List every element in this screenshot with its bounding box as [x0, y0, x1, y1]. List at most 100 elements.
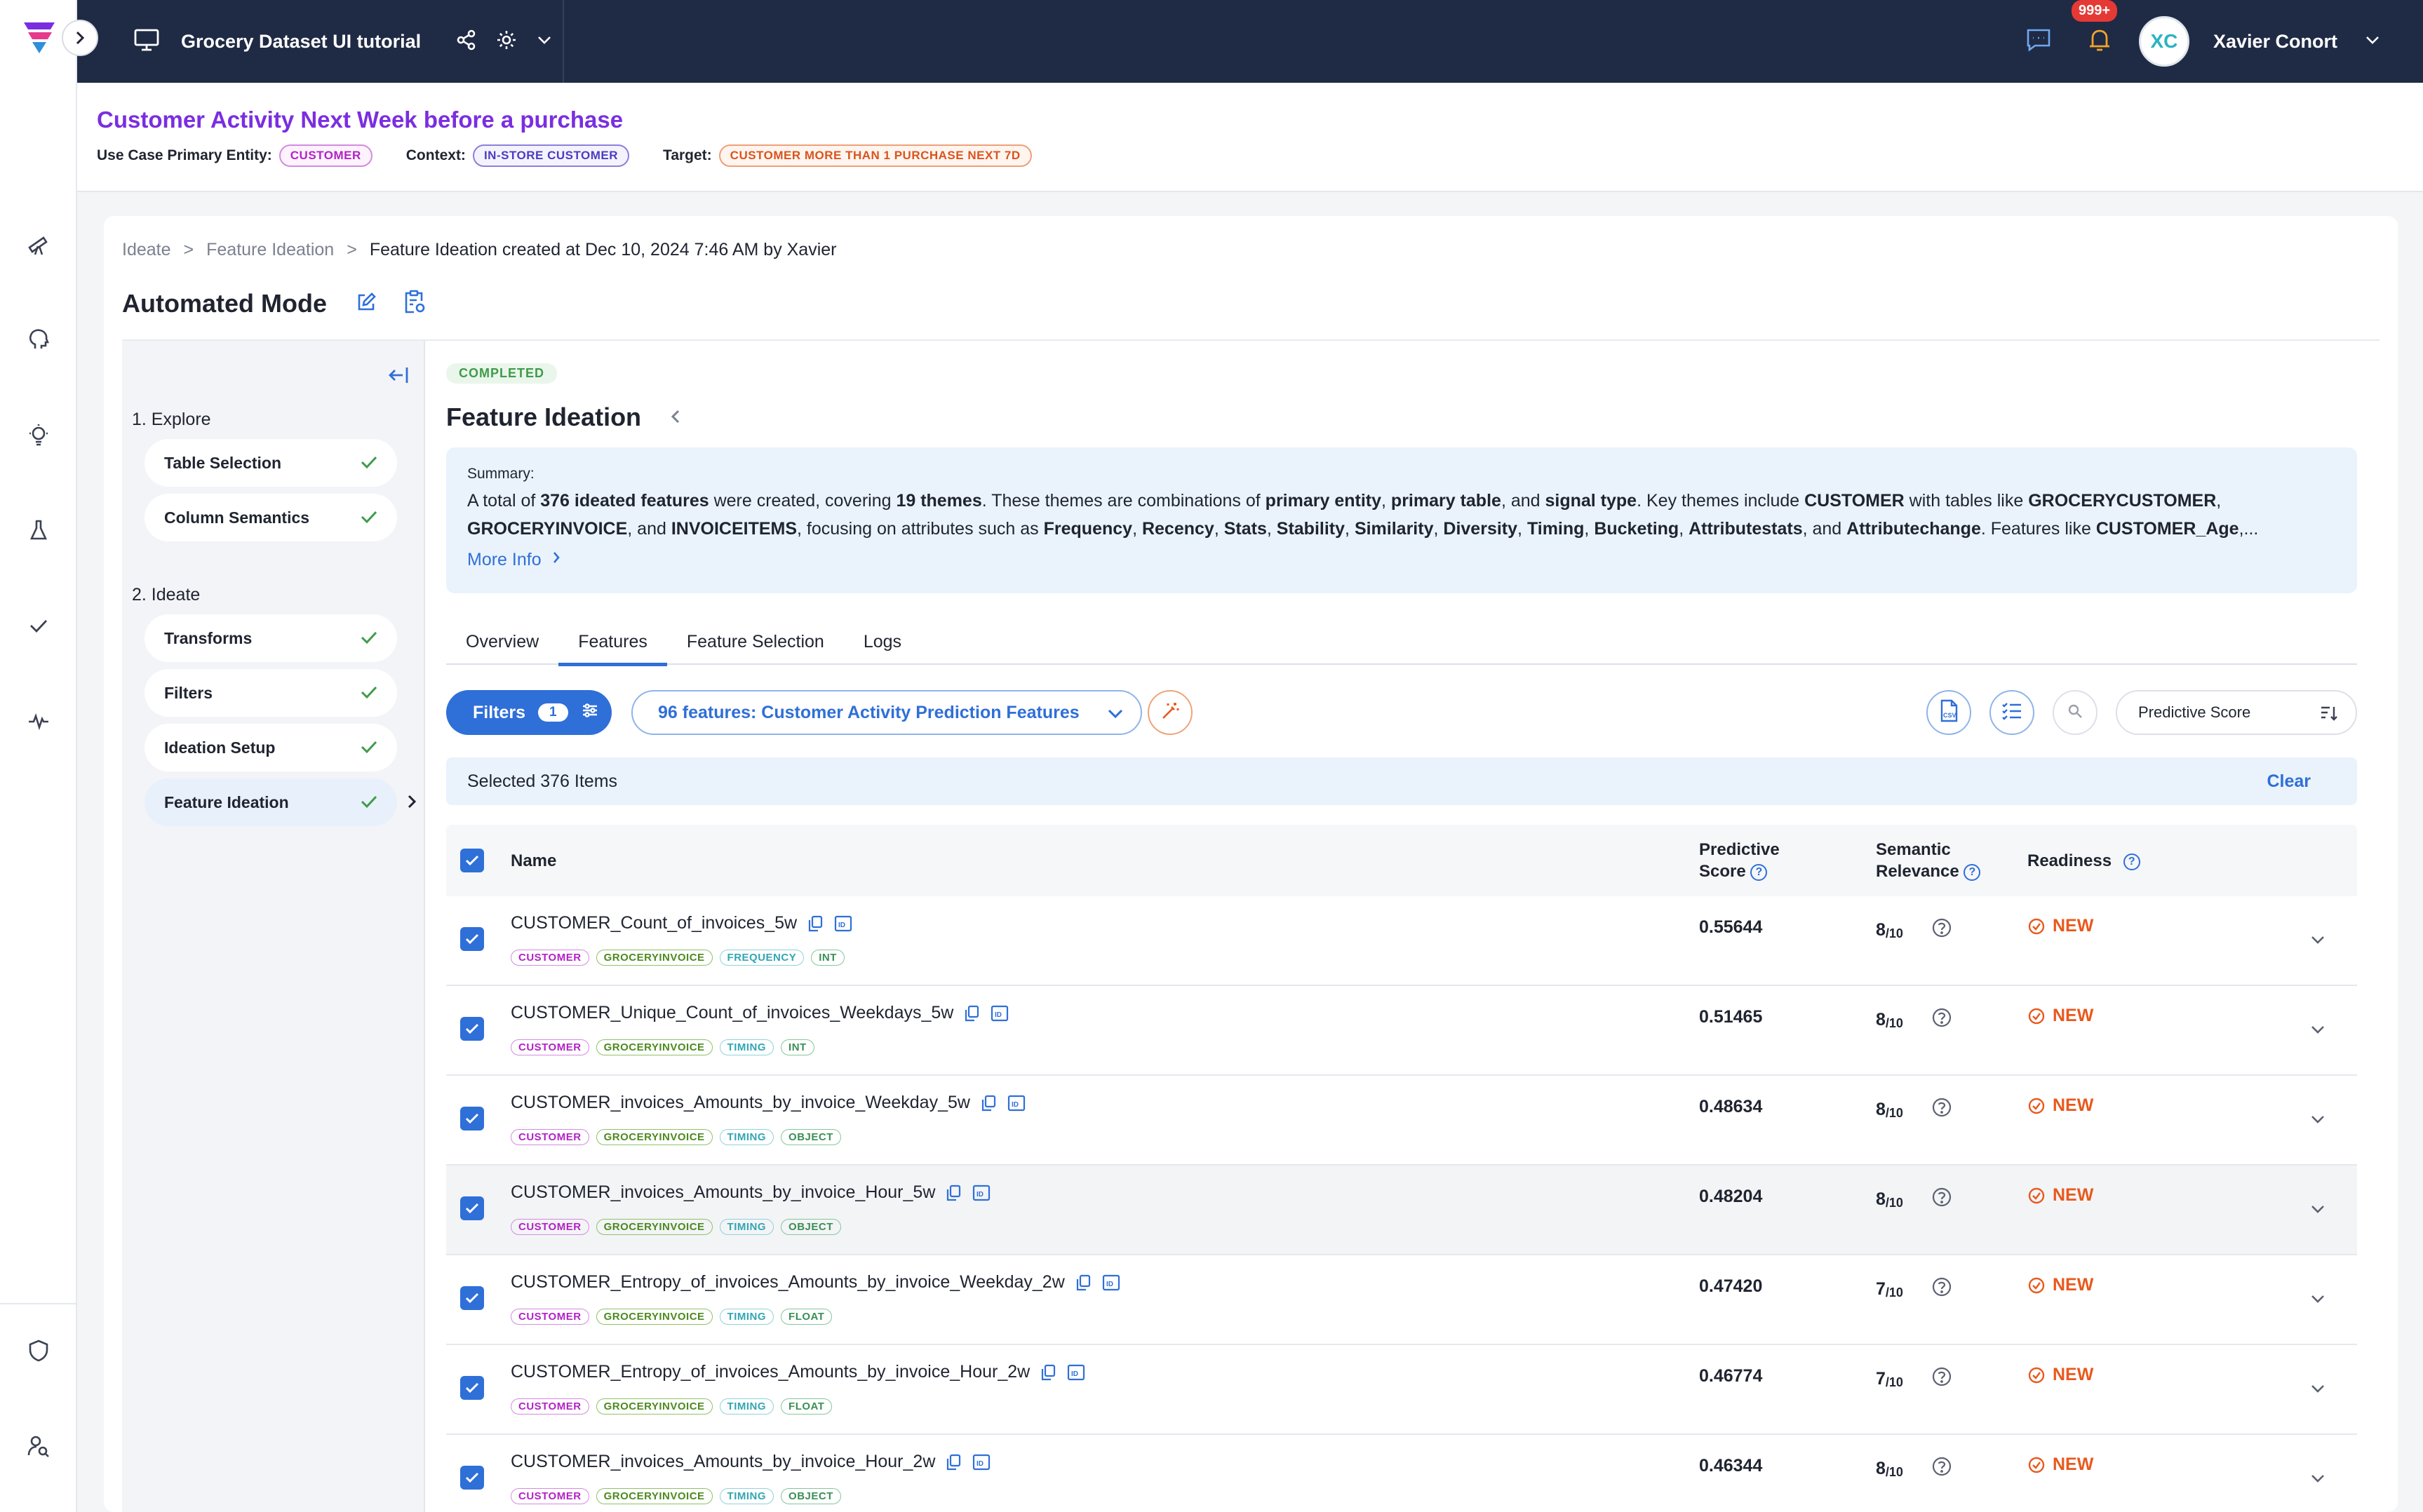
check-icon[interactable]: [23, 610, 54, 641]
checklist-button[interactable]: [1989, 690, 2034, 735]
copy-icon[interactable]: [945, 1453, 962, 1471]
step-filters[interactable]: Filters: [145, 669, 397, 717]
tab-overview[interactable]: Overview: [446, 619, 558, 665]
header-name[interactable]: Name: [511, 850, 556, 872]
feature-name[interactable]: CUSTOMER_invoices_Amounts_by_invoice_Wee…: [511, 1093, 970, 1113]
expand-chevron-icon[interactable]: [2308, 1469, 2328, 1492]
copy-icon[interactable]: [980, 1094, 997, 1112]
settings-gear-icon[interactable]: [495, 29, 518, 55]
user-menu-chevron-icon[interactable]: [2364, 34, 2381, 49]
copy-icon[interactable]: [807, 914, 824, 933]
row-checkbox[interactable]: [460, 1466, 484, 1490]
brain-icon[interactable]: [23, 324, 54, 355]
project-menu-chevron-icon[interactable]: [536, 34, 553, 49]
question-circle-icon[interactable]: [1931, 1366, 1952, 1392]
feature-name[interactable]: CUSTOMER_Unique_Count_of_invoices_Weekda…: [511, 1003, 953, 1023]
collapse-panel-icon[interactable]: [387, 365, 411, 389]
expand-chevron-icon[interactable]: [2308, 1289, 2328, 1312]
filters-button[interactable]: Filters 1: [446, 690, 612, 735]
chevron-left-icon[interactable]: [669, 403, 682, 432]
question-circle-icon[interactable]: [1931, 1097, 1952, 1123]
question-circle-icon[interactable]: [1931, 1276, 1952, 1302]
step-column-semantics[interactable]: Column Semantics: [145, 494, 397, 541]
step-table-selection[interactable]: Table Selection: [145, 439, 397, 487]
notifications-button[interactable]: 999+: [2071, 0, 2118, 57]
id-card-icon[interactable]: ID: [1007, 1094, 1026, 1112]
activity-icon[interactable]: [23, 706, 54, 736]
feature-name[interactable]: CUSTOMER_invoices_Amounts_by_invoice_Hou…: [511, 1182, 935, 1203]
shield-icon[interactable]: [23, 1335, 54, 1366]
expand-chevron-icon[interactable]: [2308, 1199, 2328, 1222]
tab-logs[interactable]: Logs: [844, 619, 921, 665]
expand-chevron-icon[interactable]: [2308, 1379, 2328, 1402]
table-row[interactable]: CUSTOMER_Entropy_of_invoices_Amounts_by_…: [446, 1345, 2357, 1435]
question-circle-icon[interactable]: [1931, 1007, 1952, 1033]
copy-icon[interactable]: [963, 1004, 980, 1022]
edit-icon[interactable]: [355, 291, 377, 317]
copy-icon[interactable]: [945, 1184, 962, 1202]
help-icon[interactable]: ?: [1964, 863, 1981, 881]
chat-icon[interactable]: [2025, 27, 2052, 56]
row-checkbox[interactable]: [460, 1017, 484, 1041]
help-icon[interactable]: ?: [2123, 853, 2140, 870]
row-checkbox[interactable]: [460, 1107, 484, 1130]
magic-wand-button[interactable]: [1148, 690, 1193, 735]
clipboard-settings-icon[interactable]: [403, 290, 427, 318]
expand-chevron-icon[interactable]: [2308, 1020, 2328, 1043]
table-row[interactable]: CUSTOMER_invoices_Amounts_by_invoice_Hou…: [446, 1435, 2357, 1512]
id-card-icon[interactable]: ID: [1101, 1274, 1121, 1292]
table-row[interactable]: CUSTOMER_Unique_Count_of_invoices_Weekda…: [446, 986, 2357, 1076]
feature-name[interactable]: CUSTOMER_Entropy_of_invoices_Amounts_by_…: [511, 1362, 1030, 1382]
user-search-icon[interactable]: [23, 1431, 54, 1462]
row-checkbox[interactable]: [460, 1196, 484, 1220]
share-icon[interactable]: [456, 29, 477, 54]
feature-name[interactable]: CUSTOMER_Entropy_of_invoices_Amounts_by_…: [511, 1272, 1065, 1292]
rail-expand-button[interactable]: [62, 20, 98, 56]
table-row[interactable]: CUSTOMER_Count_of_invoices_5w ID CUSTOME…: [446, 896, 2357, 986]
id-card-icon[interactable]: ID: [833, 914, 853, 933]
header-semantic-relevance[interactable]: Semantic Relevance ?: [1876, 839, 1981, 882]
tab-features[interactable]: Features: [558, 619, 667, 666]
copy-icon[interactable]: [1075, 1274, 1092, 1292]
question-circle-icon[interactable]: [1931, 1456, 1952, 1482]
lightbulb-icon[interactable]: [23, 419, 54, 450]
header-readiness[interactable]: Readiness ?: [2027, 850, 2140, 872]
user-avatar[interactable]: XC: [2138, 16, 2189, 67]
row-checkbox[interactable]: [460, 927, 484, 951]
sort-select[interactable]: Predictive Score: [2116, 690, 2357, 735]
id-card-icon[interactable]: ID: [972, 1453, 991, 1471]
expand-chevron-icon[interactable]: [2308, 930, 2328, 953]
help-icon[interactable]: ?: [1750, 863, 1768, 881]
select-all-checkbox[interactable]: [460, 849, 484, 872]
step-feature-ideation[interactable]: Feature Ideation: [145, 778, 417, 826]
table-row[interactable]: CUSTOMER_Entropy_of_invoices_Amounts_by_…: [446, 1255, 2357, 1345]
id-card-icon[interactable]: ID: [1066, 1363, 1086, 1382]
app-logo-icon[interactable]: [18, 17, 60, 59]
header-predictive-score[interactable]: Predictive Score ?: [1699, 839, 1780, 882]
step-transforms[interactable]: Transforms: [145, 614, 397, 662]
table-row[interactable]: CUSTOMER_invoices_Amounts_by_invoice_Wee…: [446, 1076, 2357, 1166]
search-button[interactable]: [2053, 690, 2098, 735]
question-circle-icon[interactable]: [1931, 917, 1952, 943]
row-checkbox[interactable]: [460, 1286, 484, 1310]
table-row[interactable]: CUSTOMER_invoices_Amounts_by_invoice_Hou…: [446, 1166, 2357, 1255]
feature-set-select[interactable]: 96 features: Customer Activity Predictio…: [631, 690, 1142, 735]
expand-chevron-icon[interactable]: [2308, 1109, 2328, 1133]
telescope-icon[interactable]: [23, 229, 54, 259]
id-card-icon[interactable]: ID: [972, 1184, 991, 1202]
tab-feature-selection[interactable]: Feature Selection: [667, 619, 844, 665]
user-name[interactable]: Xavier Conort: [2213, 31, 2337, 53]
breadcrumb-feature-ideation[interactable]: Feature Ideation: [206, 240, 334, 260]
clear-selection-button[interactable]: Clear: [2267, 771, 2311, 792]
copy-icon[interactable]: [1040, 1363, 1056, 1382]
csv-download-button[interactable]: CSV: [1926, 690, 1971, 735]
question-circle-icon[interactable]: [1931, 1187, 1952, 1213]
feature-name[interactable]: CUSTOMER_invoices_Amounts_by_invoice_Hou…: [511, 1452, 935, 1472]
use-case-title[interactable]: Customer Activity Next Week before a pur…: [97, 107, 623, 133]
id-card-icon[interactable]: ID: [990, 1004, 1009, 1022]
step-ideation-setup[interactable]: Ideation Setup: [145, 724, 397, 771]
flask-icon[interactable]: [23, 515, 54, 546]
feature-name[interactable]: CUSTOMER_Count_of_invoices_5w: [511, 913, 797, 933]
breadcrumb-ideate[interactable]: Ideate: [122, 240, 171, 260]
more-info-link[interactable]: More Info: [467, 550, 2336, 570]
